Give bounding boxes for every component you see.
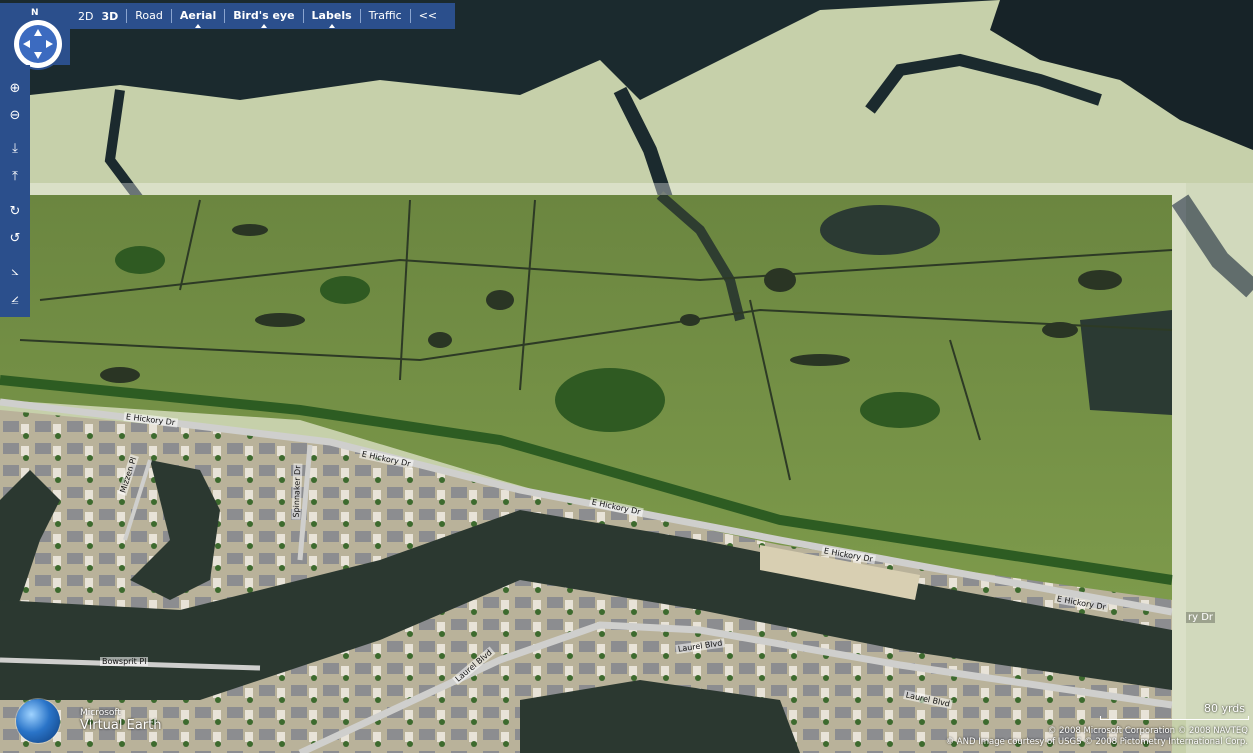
pan-up-icon[interactable] [34,29,42,36]
pitch-up-icon[interactable]: ⦣ [4,261,26,283]
pan-left-icon[interactable] [23,40,30,48]
road-label: Bowsprit Pl [100,657,149,666]
birds-eye-button[interactable]: Bird's eye [225,3,302,29]
logo-virtual-earth: Virtual Earth [80,717,162,733]
copyright-line-2: © AND Image courtesy of USGS © 2008 Pict… [945,737,1248,747]
pan-down-icon[interactable] [34,52,42,59]
zoom-out-icon[interactable]: ⊖ [4,105,26,127]
aerial-view-button[interactable]: Aerial [172,3,224,29]
tilt-down-icon[interactable]: ⤓ [4,138,26,160]
pan-right-icon[interactable] [46,40,53,48]
rotate-right-icon[interactable]: ↻ [4,201,26,223]
compass-rose[interactable] [14,20,62,68]
scale-label: 80 yrds [1203,702,1245,715]
scale-bar [1100,716,1249,720]
aerial-map-view[interactable] [0,0,1253,753]
tilt-up-icon[interactable]: ⤒ [4,166,26,188]
view-mode-toggle: 2D 3D [70,10,126,23]
map-style-toolbar: 2D 3D Road Aerial Bird's eye Labels Traf… [70,3,455,29]
mode-2d-button[interactable]: 2D [74,10,97,23]
mode-3d-button[interactable]: 3D [97,10,122,23]
rotate-left-icon[interactable]: ↺ [4,228,26,250]
labels-toggle-button[interactable]: Labels [304,3,360,29]
globe-icon [16,699,60,743]
copyright-notice: © 2008 Microsoft Corporation © 2008 NAVT… [946,726,1248,748]
road-label: ry Dr [1186,612,1216,623]
faded-strip [1186,183,1253,753]
navigation-sidebar: ⊕ ⊖ ⤓ ⤒ ↻ ↺ ⦣ ⦤ [0,65,30,317]
compass-panel: N [0,3,70,68]
marsh-pond [820,205,940,255]
collapse-toolbar-button[interactable]: << [411,3,445,29]
zoom-in-icon[interactable]: ⊕ [4,78,26,100]
pitch-down-icon[interactable]: ⦤ [4,288,26,310]
road-view-button[interactable]: Road [127,3,171,29]
copyright-line-1: © 2008 Microsoft Corporation © 2008 NAVT… [1047,726,1248,736]
virtual-earth-logo: Microsoft Virtual Earth [16,699,161,743]
logo-text: Microsoft Virtual Earth [80,708,162,733]
traffic-button[interactable]: Traffic [361,3,410,29]
north-label: N [31,8,39,18]
